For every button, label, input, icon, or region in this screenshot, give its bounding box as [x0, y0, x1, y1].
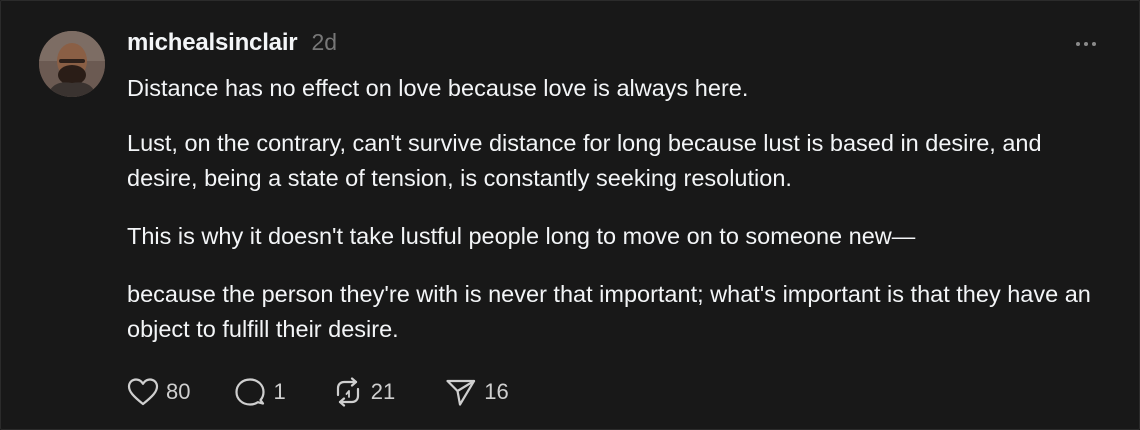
- reply-button[interactable]: 1: [234, 377, 286, 407]
- post-header: michealsinclair 2d: [127, 29, 337, 57]
- share-button[interactable]: 16: [445, 377, 509, 407]
- more-options-button[interactable]: [1069, 31, 1103, 57]
- avatar[interactable]: [39, 31, 105, 97]
- comment-icon: [234, 377, 266, 407]
- post-card: michealsinclair 2d Distance has no effec…: [0, 0, 1140, 430]
- send-icon: [445, 377, 477, 407]
- like-count: 80: [166, 379, 191, 404]
- timestamp[interactable]: 2d: [311, 29, 337, 56]
- repost-button[interactable]: 21: [332, 377, 395, 407]
- reply-count: 1: [273, 379, 286, 404]
- post-paragraph: because the person they're with is never…: [127, 281, 1091, 342]
- repost-icon: [332, 377, 364, 407]
- post-paragraph: This is why it doesn't take lustful peop…: [127, 223, 916, 249]
- post-actions: 80 1 21 16: [127, 374, 509, 410]
- repost-count: 21: [370, 379, 396, 404]
- share-count: 16: [484, 379, 509, 404]
- post-paragraph: Distance has no effect on love because l…: [127, 75, 749, 101]
- heart-icon: [127, 377, 159, 407]
- like-button[interactable]: 80: [127, 377, 190, 407]
- post-paragraph: Lust, on the contrary, can't survive dis…: [127, 130, 1042, 191]
- more-horizontal-icon: [1076, 42, 1080, 46]
- username-link[interactable]: michealsinclair: [127, 29, 298, 57]
